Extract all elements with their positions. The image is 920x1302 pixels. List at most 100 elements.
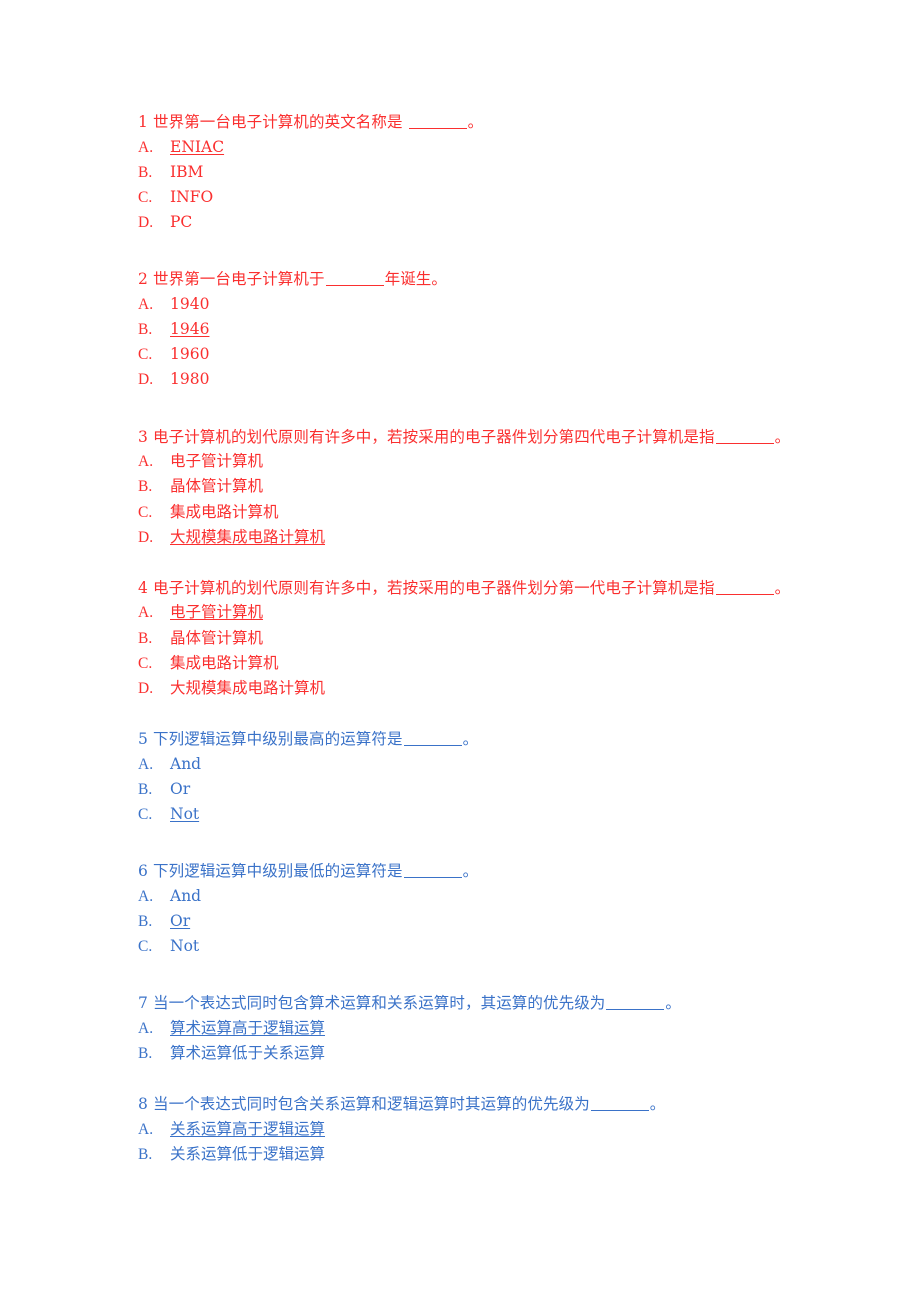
option-text[interactable]: PC (170, 213, 192, 231)
option-text[interactable]: 1980 (170, 370, 209, 388)
option-row[interactable]: B. 1946 (138, 317, 798, 342)
option-row[interactable]: A. And (138, 752, 798, 777)
option-text-selected[interactable]: 关系运算高于逻辑运算 (170, 1120, 325, 1138)
question-stem-tail: 。 (467, 113, 484, 131)
option-letter: A. (138, 755, 154, 773)
option-letter: A. (138, 604, 154, 622)
option-letter: A. (138, 1019, 154, 1037)
question-stem-text: 7 当一个表达式同时包含算术运算和关系运算时，其运算的优先级为 (138, 994, 606, 1013)
option-row[interactable]: C. 1960 (138, 342, 798, 367)
option-row[interactable]: A. And (138, 884, 798, 909)
option-text[interactable]: INFO (170, 188, 213, 206)
option-letter: C. (138, 806, 153, 824)
option-text[interactable]: 1960 (170, 345, 209, 363)
option-text[interactable]: 1940 (170, 295, 209, 313)
question-stem: 3 电子计算机的划代原则有许多中，若按采用的电子器件划分第四代电子计算机是指 。 (138, 425, 798, 450)
option-row[interactable]: A. ENIAC (138, 135, 798, 160)
option-letter: A. (138, 138, 154, 156)
question-stem-text: 4 电子计算机的划代原则有许多中，若按采用的电子器件划分第一代电子计算机是指 (138, 578, 715, 597)
question-block: 8 当一个表达式同时包含关系运算和逻辑运算时其运算的优先级为 。 A. 关系运算高于逻… (138, 1092, 798, 1167)
option-letter: D. (138, 371, 154, 389)
option-text[interactable]: 晶体管计算机 (170, 477, 263, 495)
question-block: 1 世界第一台电子计算机的英文名称是 。 A. ENIAC B. IBM C. INFO D.… (138, 110, 798, 235)
option-row[interactable]: A. 关系运算高于逻辑运算 (138, 1117, 798, 1142)
answer-blank (403, 863, 462, 879)
question-stem-tail: 。 (774, 427, 791, 446)
question-stem: 6 下列逻辑运算中级别最低的运算符是 。 (138, 859, 798, 884)
option-text[interactable]: Or (170, 780, 190, 798)
option-row[interactable]: C. 集成电路计算机 (138, 651, 798, 676)
question-stem-text: 1 世界第一台电子计算机的英文名称是 (138, 113, 408, 131)
option-text[interactable]: And (170, 887, 201, 905)
answer-blank (606, 995, 665, 1011)
option-text[interactable]: And (170, 755, 201, 773)
option-text-selected[interactable]: 1946 (170, 320, 209, 338)
question-stem-tail: 。 (774, 578, 791, 597)
question-stem-tail: 。 (649, 1095, 666, 1114)
question-stem: 1 世界第一台电子计算机的英文名称是 。 (138, 110, 798, 135)
option-row[interactable]: B. 关系运算低于逻辑运算 (138, 1142, 798, 1167)
option-row[interactable]: D. PC (138, 210, 798, 235)
option-text-selected[interactable]: Or (170, 912, 190, 930)
option-text[interactable]: Not (170, 937, 199, 955)
option-letter: A. (138, 453, 154, 471)
option-row[interactable]: A. 1940 (138, 292, 798, 317)
option-text-selected[interactable]: Not (170, 805, 199, 823)
option-row[interactable]: C. 集成电路计算机 (138, 500, 798, 525)
option-text[interactable]: 算术运算低于关系运算 (170, 1044, 325, 1062)
answer-blank (715, 429, 774, 444)
question-stem-tail: 。 (462, 862, 479, 881)
option-row[interactable]: B. 晶体管计算机 (138, 626, 798, 651)
option-text[interactable]: 电子管计算机 (170, 452, 263, 470)
option-letter: D. (138, 214, 154, 232)
option-letter: C. (138, 938, 153, 956)
option-text[interactable]: 大规模集成电路计算机 (170, 679, 325, 697)
answer-blank (408, 114, 467, 129)
question-stem-text: 6 下列逻辑运算中级别最低的运算符是 (138, 862, 403, 881)
option-row[interactable]: B. 晶体管计算机 (138, 474, 798, 499)
question-block: 6 下列逻辑运算中级别最低的运算符是 。 A. And B. Or C. Not (138, 859, 798, 959)
question-stem-tail: 。 (665, 994, 681, 1013)
option-text[interactable]: 关系运算低于逻辑运算 (170, 1145, 325, 1163)
option-row[interactable]: A. 电子管计算机 (138, 449, 798, 474)
option-text-selected[interactable]: ENIAC (170, 138, 224, 156)
option-row[interactable]: C. Not (138, 934, 798, 959)
question-stem-text: 5 下列逻辑运算中级别最高的运算符是 (138, 730, 403, 749)
question-block: 4 电子计算机的划代原则有许多中，若按采用的电子器件划分第一代电子计算机是指 。 A… (138, 576, 798, 701)
question-stem: 4 电子计算机的划代原则有许多中，若按采用的电子器件划分第一代电子计算机是指 。 (138, 576, 798, 601)
question-stem-text: 8 当一个表达式同时包含关系运算和逻辑运算时其运算的优先级为 (138, 1095, 590, 1114)
option-letter: B. (138, 1146, 153, 1164)
option-row[interactable]: A. 算术运算高于逻辑运算 (138, 1016, 798, 1041)
option-letter: D. (138, 528, 154, 546)
question-block: 2 世界第一台电子计算机于 年诞生。 A. 1940 B. 1946 C. 1960 D. 198… (138, 267, 798, 392)
option-row[interactable]: D. 大规模集成电路计算机 (138, 525, 798, 550)
option-row[interactable]: D. 大规模集成电路计算机 (138, 676, 798, 701)
option-row[interactable]: B. Or (138, 777, 798, 802)
option-letter: B. (138, 629, 153, 647)
option-row[interactable]: B. 算术运算低于关系运算 (138, 1041, 798, 1066)
option-row[interactable]: A. 电子管计算机 (138, 600, 798, 625)
question-stem: 2 世界第一台电子计算机于 年诞生。 (138, 267, 798, 292)
option-letter: A. (138, 295, 154, 313)
answer-blank (325, 271, 384, 287)
question-stem-tail: 年诞生。 (384, 270, 447, 289)
option-letter: A. (138, 1120, 154, 1138)
option-text[interactable]: IBM (170, 163, 203, 181)
answer-blank (590, 1096, 649, 1112)
option-row[interactable]: D. 1980 (138, 367, 798, 392)
question-stem: 5 下列逻辑运算中级别最高的运算符是 。 (138, 727, 798, 752)
question-block: 3 电子计算机的划代原则有许多中，若按采用的电子器件划分第四代电子计算机是指 。 A… (138, 425, 798, 550)
option-row[interactable]: B. IBM (138, 160, 798, 185)
option-text-selected[interactable]: 算术运算高于逻辑运算 (170, 1019, 325, 1037)
option-letter: B. (138, 478, 153, 496)
option-text-selected[interactable]: 电子管计算机 (170, 603, 263, 621)
option-letter: C. (138, 654, 153, 672)
option-row[interactable]: C. Not (138, 802, 798, 827)
option-text-selected[interactable]: 大规模集成电路计算机 (170, 528, 325, 546)
option-text[interactable]: 集成电路计算机 (170, 503, 279, 521)
option-letter: B. (138, 321, 153, 339)
option-row[interactable]: B. Or (138, 909, 798, 934)
option-text[interactable]: 集成电路计算机 (170, 654, 279, 672)
option-text[interactable]: 晶体管计算机 (170, 629, 263, 647)
option-row[interactable]: C. INFO (138, 185, 798, 210)
